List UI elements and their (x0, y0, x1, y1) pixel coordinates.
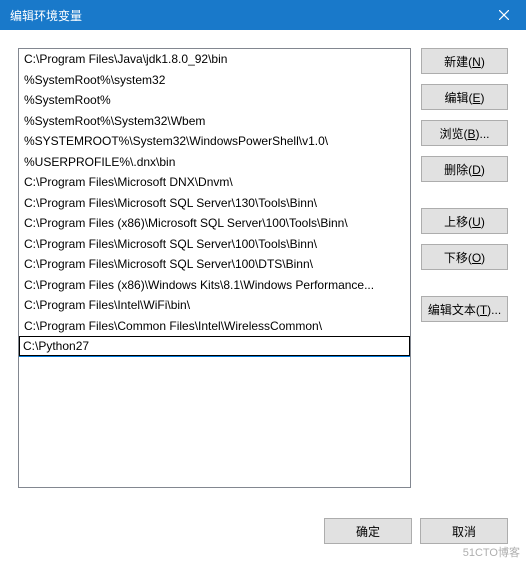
move-up-button[interactable]: 上移(U) (421, 208, 508, 234)
button-column: 新建(N) 编辑(E) 浏览(B)... 删除(D) 上移(U) 下移(O) 编… (421, 48, 508, 488)
titlebar: 编辑环境变量 (0, 0, 526, 30)
list-item[interactable]: C:\Program Files\Microsoft SQL Server\10… (19, 254, 410, 275)
dialog-title: 编辑环境变量 (10, 7, 82, 24)
list-item[interactable]: C:\Program Files\Microsoft SQL Server\10… (19, 234, 410, 255)
path-edit-input[interactable] (19, 336, 410, 356)
cancel-button[interactable]: 取消 (420, 518, 508, 544)
new-button[interactable]: 新建(N) (421, 48, 508, 74)
path-listbox[interactable]: C:\Program Files\Java\jdk1.8.0_92\bin %S… (18, 48, 411, 488)
close-button[interactable] (481, 0, 526, 30)
list-item[interactable]: %SystemRoot% (19, 90, 410, 111)
list-item[interactable]: %SystemRoot%\system32 (19, 70, 410, 91)
list-item[interactable]: %USERPROFILE%\.dnx\bin (19, 152, 410, 173)
move-down-button[interactable]: 下移(O) (421, 244, 508, 270)
list-item[interactable]: %SYSTEMROOT%\System32\WindowsPowerShell\… (19, 131, 410, 152)
edit-button[interactable]: 编辑(E) (421, 84, 508, 110)
list-item[interactable]: C:\Program Files (x86)\Microsoft SQL Ser… (19, 213, 410, 234)
list-item-editing[interactable] (19, 336, 410, 357)
list-item[interactable]: %SystemRoot%\System32\Wbem (19, 111, 410, 132)
list-item[interactable]: C:\Program Files\Microsoft SQL Server\13… (19, 193, 410, 214)
delete-button[interactable]: 删除(D) (421, 156, 508, 182)
close-icon (499, 10, 509, 20)
list-item[interactable]: C:\Program Files\Java\jdk1.8.0_92\bin (19, 49, 410, 70)
list-item[interactable]: C:\Program Files (x86)\Windows Kits\8.1\… (19, 275, 410, 296)
dialog-footer: 确定 取消 (324, 518, 508, 544)
ok-button[interactable]: 确定 (324, 518, 412, 544)
list-item[interactable]: C:\Program Files\Common Files\Intel\Wire… (19, 316, 410, 337)
edit-text-button[interactable]: 编辑文本(T)... (421, 296, 508, 322)
list-item[interactable]: C:\Program Files\Microsoft DNX\Dnvm\ (19, 172, 410, 193)
list-item[interactable]: C:\Program Files\Intel\WiFi\bin\ (19, 295, 410, 316)
watermark: 51CTO博客 (463, 544, 520, 560)
browse-button[interactable]: 浏览(B)... (421, 120, 508, 146)
dialog-body: C:\Program Files\Java\jdk1.8.0_92\bin %S… (0, 30, 526, 506)
